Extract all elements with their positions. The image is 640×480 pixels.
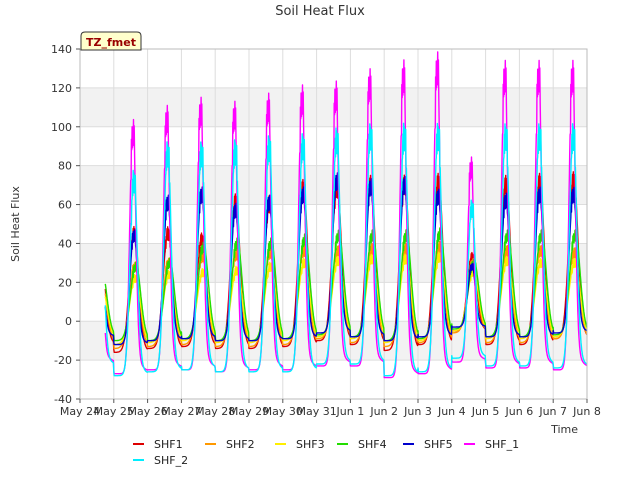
legend-label: SHF_1 <box>485 438 519 451</box>
x-axis-ticks: May 24May 25May 26May 27May 28May 29May … <box>60 399 601 418</box>
y-axis-ticks: -40-20020406080100120140 <box>51 43 80 406</box>
y-tick-label: 80 <box>58 160 72 173</box>
y-tick-label: 0 <box>65 315 72 328</box>
x-tick-label: Jun 7 <box>538 405 567 418</box>
site-label: TZ_fmet <box>80 31 142 51</box>
site-label-text: TZ_fmet <box>86 36 136 49</box>
x-tick-label: Jun 8 <box>572 405 601 418</box>
x-tick-label: Jun 6 <box>505 405 534 418</box>
x-tick-label: Jun 2 <box>369 405 398 418</box>
y-tick-label: -20 <box>54 354 72 367</box>
plot-band <box>80 360 587 399</box>
y-tick-label: 20 <box>58 276 72 289</box>
x-tick-label: Jun 5 <box>471 405 500 418</box>
legend-label: SHF1 <box>154 438 183 451</box>
plot-band <box>80 49 587 88</box>
x-tick-label: Jun 1 <box>336 405 365 418</box>
x-tick-label: Jun 4 <box>437 405 466 418</box>
y-tick-label: 40 <box>58 237 72 250</box>
x-tick-label: Jun 3 <box>403 405 432 418</box>
y-tick-label: 140 <box>51 43 72 56</box>
chart-title: Soil Heat Flux <box>275 4 365 19</box>
soil-heat-flux-chart: -40-20020406080100120140 May 24May 25May… <box>9 4 601 467</box>
x-axis-title: Time <box>550 423 578 436</box>
legend-label: SHF4 <box>358 438 387 451</box>
y-axis-title: Soil Heat Flux <box>9 186 22 262</box>
legend-label: SHF5 <box>424 438 453 451</box>
y-tick-label: 60 <box>58 199 72 212</box>
legend: SHF1 SHF2 SHF3 SHF4 SHF5 SHF_1 SHF_2 <box>133 438 519 467</box>
x-tick-label: May 31 <box>296 405 336 418</box>
legend-label: SHF2 <box>226 438 255 451</box>
y-tick-label: 120 <box>51 82 72 95</box>
legend-label: SHF3 <box>296 438 325 451</box>
legend-label: SHF_2 <box>154 454 188 467</box>
y-tick-label: 100 <box>51 121 72 134</box>
